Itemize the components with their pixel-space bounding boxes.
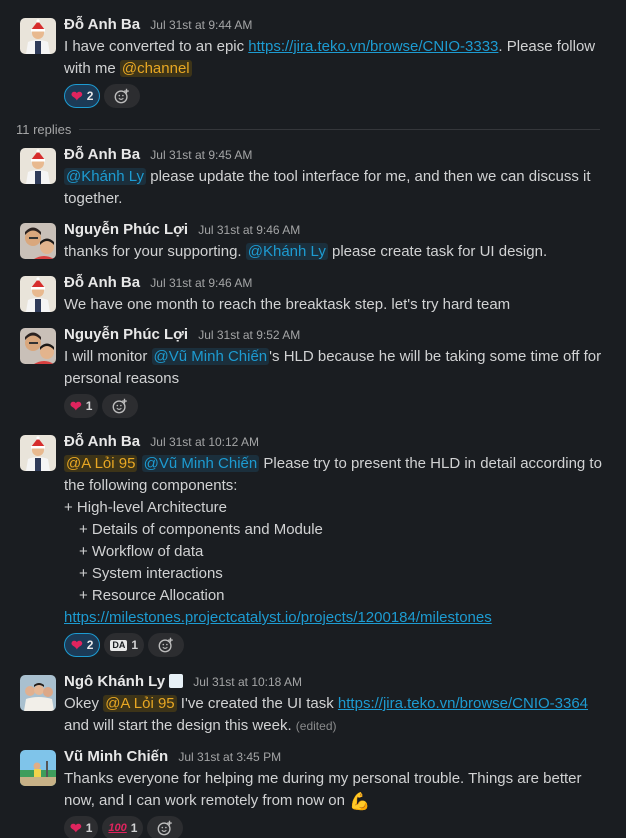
- jira-link[interactable]: https://jira.teko.vn/browse/CNIO-3333: [248, 38, 498, 55]
- avatar[interactable]: [20, 18, 56, 54]
- da-emoji-icon: DA: [110, 639, 128, 651]
- author-name[interactable]: Đỗ Anh Ba: [64, 146, 140, 163]
- reactions-bar: ❤ 1 100 1: [64, 816, 606, 838]
- message-text: Thanks everyone for helping me during my…: [64, 768, 606, 812]
- heart-icon: ❤: [70, 398, 82, 414]
- text-segment: please create task for UI design.: [327, 243, 548, 260]
- timestamp[interactable]: Jul 31st at 9:52 AM: [198, 328, 300, 342]
- user-mention[interactable]: @Khánh Ly: [64, 168, 147, 185]
- muscle-emoji-icon: 💪: [349, 792, 371, 811]
- text-segment: I will monitor: [64, 348, 152, 365]
- add-reaction-button[interactable]: [148, 633, 185, 657]
- bullet-item: + Resource Allocation: [79, 587, 225, 604]
- reaction-count: 1: [131, 638, 139, 652]
- reaction-count: 1: [85, 399, 93, 413]
- timestamp[interactable]: Jul 31st at 9:44 AM: [150, 18, 252, 32]
- avatar[interactable]: [20, 328, 56, 364]
- heart-reaction[interactable]: ❤ 1: [64, 816, 99, 838]
- text-segment: and will start the design this week.: [64, 717, 296, 734]
- author-name[interactable]: Đỗ Anh Ba: [64, 274, 140, 291]
- reactions-bar: ❤ 2 DA 1: [64, 633, 606, 657]
- author-name[interactable]: Đỗ Anh Ba: [64, 16, 140, 33]
- avatar[interactable]: [20, 148, 56, 184]
- reaction-count: 2: [86, 89, 94, 103]
- reactions-bar: ❤ 1: [64, 394, 606, 418]
- avatar[interactable]: [20, 276, 56, 312]
- edited-label: (edited): [295, 719, 337, 733]
- bullet-item: + High-level Architecture: [64, 499, 227, 516]
- heart-reaction[interactable]: ❤ 1: [64, 394, 99, 418]
- author-name[interactable]: Nguyễn Phúc Lợi: [64, 221, 188, 238]
- avatar[interactable]: [20, 223, 56, 259]
- bullet-item: + Details of components and Module: [79, 521, 323, 538]
- user-mention-highlight[interactable]: @A Lỏi 95: [64, 455, 138, 472]
- reactions-bar: ❤ 2: [64, 84, 606, 108]
- timestamp[interactable]: Jul 31st at 9:46 AM: [150, 276, 252, 290]
- reaction-count: 2: [86, 638, 94, 652]
- author-name[interactable]: Ngô Khánh Ly: [64, 673, 165, 690]
- reaction-count: 1: [130, 821, 138, 835]
- add-reaction-icon: [156, 819, 174, 837]
- timestamp[interactable]: Jul 31st at 10:12 AM: [150, 435, 259, 449]
- reaction-count: 1: [85, 821, 93, 835]
- add-reaction-button[interactable]: [104, 84, 141, 108]
- divider-line: [79, 128, 600, 130]
- hundred-emoji-icon: 100: [108, 822, 127, 834]
- channel-mention[interactable]: @channel: [119, 60, 192, 77]
- heart-icon: ❤: [70, 820, 82, 836]
- bullet-item: + Workflow of data: [79, 543, 204, 560]
- user-mention[interactable]: @Vũ Minh Chiến: [151, 348, 270, 365]
- author-name[interactable]: Vũ Minh Chiến: [64, 748, 168, 765]
- author-name[interactable]: Đỗ Anh Ba: [64, 433, 140, 450]
- jira-link[interactable]: https://jira.teko.vn/browse/CNIO-3364: [338, 695, 588, 712]
- message-text: thanks for your supporting. @Khánh Ly pl…: [64, 241, 606, 263]
- text-segment: I have converted to an epic: [64, 38, 249, 55]
- add-reaction-button[interactable]: [102, 394, 139, 418]
- avatar[interactable]: [20, 750, 56, 786]
- add-reaction-icon: [113, 87, 131, 105]
- heart-reaction[interactable]: ❤ 2: [64, 633, 101, 657]
- message-text: @Khánh Ly please update the tool interfa…: [64, 166, 606, 210]
- milestones-link[interactable]: https://milestones.projectcatalyst.io/pr…: [64, 609, 492, 626]
- heart-reaction[interactable]: ❤ 2: [64, 84, 101, 108]
- add-reaction-icon: [111, 397, 129, 415]
- message-text: I have converted to an epic https://jira…: [64, 36, 606, 80]
- message-text: We have one month to reach the breaktask…: [64, 296, 511, 313]
- user-mention[interactable]: @Khánh Ly: [245, 243, 328, 260]
- status-icon[interactable]: [169, 674, 184, 688]
- author-name[interactable]: Nguyễn Phúc Lợi: [64, 326, 188, 343]
- timestamp[interactable]: Jul 31st at 9:46 AM: [198, 223, 300, 237]
- bullet-item: + System interactions: [79, 565, 223, 582]
- message-text: @A Lỏi 95 @Vũ Minh Chiến Please try to p…: [64, 453, 606, 497]
- hundred-reaction[interactable]: 100 1: [102, 816, 144, 838]
- text-segment: thanks for your supporting.: [64, 243, 246, 260]
- text-segment: Thanks everyone for helping me during my…: [64, 770, 582, 809]
- heart-icon: ❤: [71, 88, 83, 104]
- text-segment: Okey: [64, 695, 104, 712]
- text-segment: I've created the UI task: [176, 695, 338, 712]
- timestamp[interactable]: Jul 31st at 9:45 AM: [150, 148, 252, 162]
- da-reaction[interactable]: DA 1: [104, 633, 145, 657]
- heart-icon: ❤: [71, 637, 83, 653]
- timestamp[interactable]: Jul 31st at 10:18 AM: [193, 675, 302, 689]
- add-reaction-button[interactable]: [147, 816, 184, 838]
- add-reaction-icon: [157, 636, 175, 654]
- replies-count: 11 replies: [16, 121, 72, 137]
- replies-divider: 11 replies: [16, 118, 600, 140]
- message-text: Okey @A Lỏi 95 I've created the UI task …: [64, 693, 606, 737]
- user-mention[interactable]: @Vũ Minh Chiến: [141, 455, 260, 472]
- message-text: I will monitor @Vũ Minh Chiến's HLD beca…: [64, 346, 606, 390]
- user-mention-highlight[interactable]: @A Lỏi 95: [103, 695, 177, 712]
- avatar[interactable]: [20, 435, 56, 471]
- timestamp[interactable]: Jul 31st at 3:45 PM: [178, 750, 281, 764]
- avatar[interactable]: [20, 675, 56, 711]
